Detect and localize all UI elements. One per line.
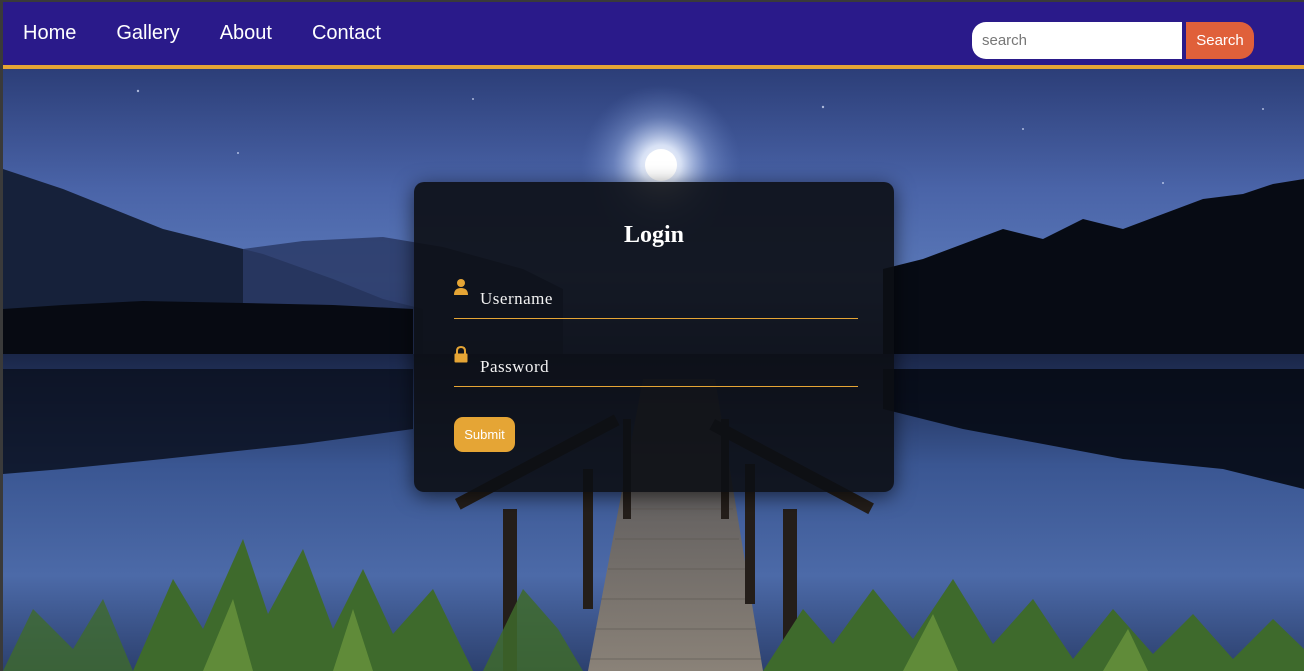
login-title: Login [623,222,685,248]
nav-link-about[interactable]: About [220,22,272,44]
nav-link-home[interactable]: Home [23,22,76,44]
top-navbar: Home Gallery About Contact Search [3,2,1304,69]
nav-link-contact[interactable]: Contact [312,22,381,44]
left-treeline [3,301,413,359]
moon [645,149,677,181]
login-card: Login Submit [414,182,894,492]
search-button[interactable]: Search [1186,22,1254,59]
username-field [454,278,858,319]
password-field [454,345,858,387]
submit-button[interactable]: Submit [454,417,515,452]
nav-links: Home Gallery About Contact [23,22,421,44]
search-input[interactable] [972,22,1182,59]
user-icon [454,278,468,296]
nav-link-gallery[interactable]: Gallery [116,22,179,44]
password-input[interactable] [478,352,852,382]
browser-viewport: Home Gallery About Contact Search [3,2,1304,671]
lock-icon [454,345,468,364]
username-input[interactable] [478,284,852,314]
right-forest [883,179,1304,364]
